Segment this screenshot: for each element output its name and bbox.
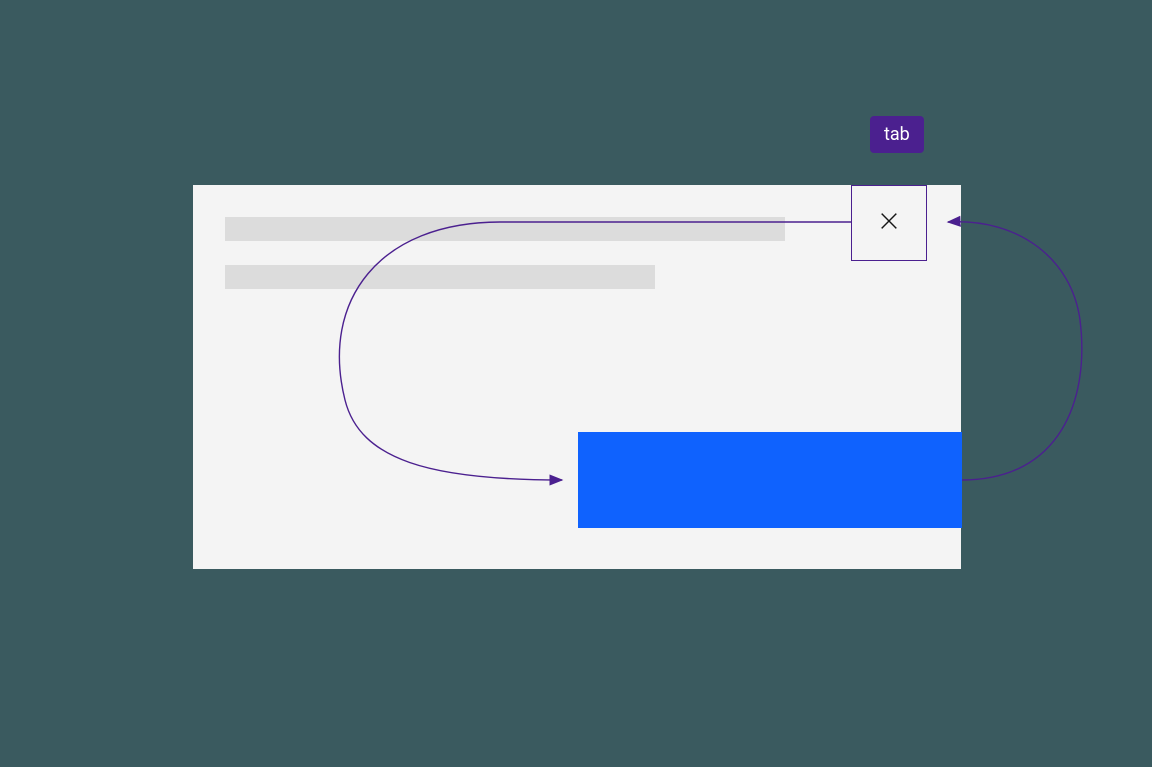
body-placeholder: [225, 265, 655, 289]
arrow-primary-to-close: [948, 222, 1082, 480]
tab-key-label: tab: [870, 116, 924, 153]
diagram-stage: tab: [0, 0, 1152, 767]
heading-placeholder: [225, 217, 785, 241]
primary-action-button[interactable]: [578, 432, 962, 528]
close-button[interactable]: [851, 185, 927, 261]
close-icon: [878, 210, 900, 236]
